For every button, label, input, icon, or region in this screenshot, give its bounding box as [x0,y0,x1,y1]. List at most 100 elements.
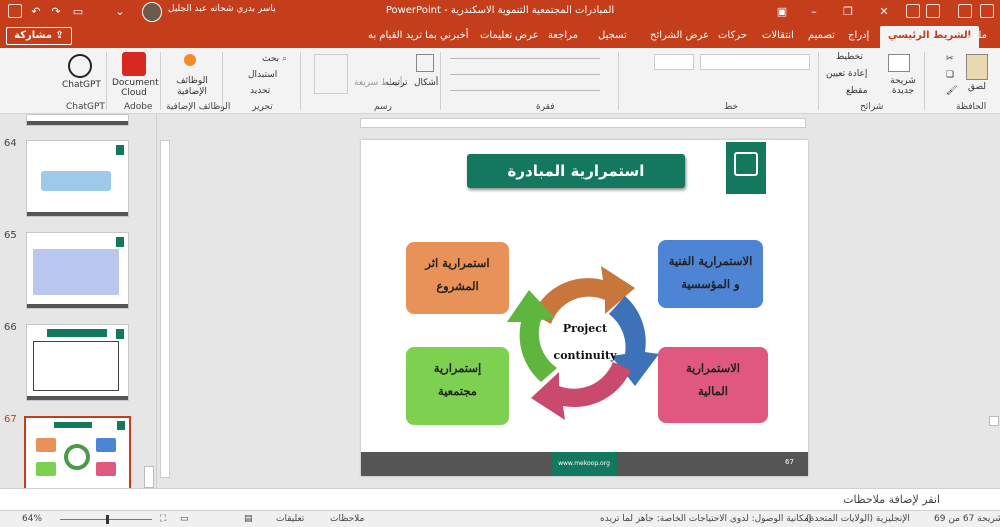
notes-pane[interactable]: انقر لإضافة ملاحظات [0,488,1000,510]
font-name-input[interactable] [700,54,810,70]
slide-thumbnails-pane: 64 65 66 67 [0,114,157,497]
tab-review[interactable]: مراجعة [548,30,578,41]
close-icon[interactable]: ✕ [876,4,892,20]
paste-icon [966,54,988,80]
ribbon-display-icon[interactable]: ▣ [774,4,790,20]
status-bar: 64% ⛶ ▭ ▤ تعليقات ملاحظات إمكانية الوصول… [0,510,1000,527]
new-slide-button[interactable]: شريحة جديدة [888,76,918,96]
box-financial[interactable]: الاستمرارية المالية [658,347,768,423]
tab-animations[interactable]: حركات [718,30,747,41]
paragraph-group-label: فقرة [536,102,555,112]
qat-icon-1[interactable] [906,4,920,18]
notes-button[interactable]: ملاحظات [330,514,364,524]
tab-insert[interactable]: إدراج [848,30,869,41]
select-button[interactable]: تحديد [250,86,270,96]
paragraph-controls[interactable] [450,54,610,94]
group-separator [106,52,107,110]
cut-icon[interactable]: ✂ [946,54,954,64]
box-line: الاستمرارية [686,361,740,375]
find-button[interactable]: بحث [262,54,279,64]
adobe-group-label: Adobe [124,102,153,112]
font-group-label: خط [724,102,739,112]
drawing-group-label: رسم [374,102,392,112]
chatgpt-group-label: ChatGPT [66,102,105,112]
canvas-scrollbar[interactable] [988,118,1000,493]
layout-button[interactable]: تخطيط [836,52,863,62]
tab-transitions[interactable]: انتقالات [762,30,794,41]
center-line: Project [562,322,608,335]
paste-button[interactable]: لصق [968,82,986,92]
tell-me-input[interactable]: أخبرني بما تريد القيام به [368,30,469,41]
slide-counter: شريحة 67 من 69 [934,514,1000,524]
font-formatting-buttons[interactable] [630,76,810,90]
vertical-ruler [160,140,170,478]
shapes-icon [416,54,434,72]
slide-title[interactable]: استمرارية المبادرة [467,154,685,188]
tab-record[interactable]: تسجيل [598,30,627,41]
ribbon-tabs: مشاركة ⇪ أخبرني بما تريد القيام به تعليم… [0,24,1000,48]
reset-button[interactable]: إعادة تعيين [826,69,867,79]
chatgpt-button[interactable]: ChatGPT [62,80,101,90]
thumbnail-number: 66 [4,322,17,333]
restore-icon[interactable]: ❐ [840,4,856,20]
tab-help[interactable]: تعليمات [480,30,512,41]
ribbon: ChatGPT ChatGPT Document Cloud Adobe الو… [0,48,1000,114]
tab-slideshow[interactable]: عرض الشرائح [650,30,709,41]
slide-thumbnail-63[interactable] [26,114,129,126]
qat-icon-2[interactable] [926,4,940,18]
normal-view-icon[interactable]: ▤ [244,514,253,524]
box-line: المالية [698,384,728,398]
slideshow-view-icon[interactable]: ▭ [180,514,189,524]
qat-icon-3[interactable] [958,4,972,18]
organization-logo [726,142,766,194]
slide-thumbnail-64[interactable] [26,140,129,217]
addins-group-label: الوظائف الإضافية [166,102,231,112]
share-button[interactable]: مشاركة ⇪ [6,27,72,45]
powerpoint-window: ↶ ↷ ▭ ⌄ ياسر بدري شحاته عبد الجليل المبا… [0,0,1000,527]
title-bar: ↶ ↷ ▭ ⌄ ياسر بدري شحاته عبد الجليل المبا… [0,0,1000,24]
adobe-pdf-icon [122,52,146,76]
slide-thumbnail-66[interactable] [26,324,129,401]
slide-thumbnail-65[interactable] [26,232,129,309]
section-button[interactable]: مقطع [846,86,868,96]
slide-67[interactable]: استمرارية المبادرة استمرارية اثر المشروع… [361,140,808,476]
document-cloud-button[interactable]: Document Cloud [112,78,159,98]
fit-slide-icon[interactable]: ⛶ [160,514,166,524]
search-icon: ⌕ [282,54,288,64]
box-line: الاستمرارية الفنية [668,254,753,268]
comments-button[interactable]: تعليقات [276,514,304,524]
tab-file[interactable]: ملف [968,30,987,41]
arrange-button[interactable]: ترتيب [386,78,408,88]
shapes-button[interactable]: أشكال [414,78,438,88]
thumbnails-scrollbar[interactable] [144,118,154,491]
horizontal-ruler [360,118,806,128]
group-separator [160,52,161,110]
copy-icon[interactable]: ❏ [946,70,954,80]
language-status[interactable]: الإنجليزية (الولايات المتحدة) [806,514,910,524]
tab-view[interactable]: عرض [515,30,539,41]
addins-button[interactable]: الوظائف الإضافية [170,76,214,98]
new-slide-icon [888,54,910,72]
center-line: continuity [553,349,617,362]
minimize-icon[interactable]: – [806,4,822,20]
group-separator [924,52,925,110]
notes-placeholder: انقر لإضافة ملاحظات [843,493,940,506]
accessibility-status[interactable]: إمكانية الوصول: لدوي الاحتياجات الخاصة: … [600,514,811,524]
slide-thumbnail-67[interactable] [24,416,131,497]
editing-group-label: تحرير [252,102,273,112]
group-separator [300,52,301,110]
qat-icon-4[interactable] [980,4,994,18]
share-label: مشاركة [14,30,52,41]
tab-design[interactable]: تصميم [808,30,835,41]
replace-button[interactable]: استبدال [248,70,277,80]
box-technical-institutional[interactable]: الاستمرارية الفنية و المؤسسية [658,240,763,308]
shape-fill-icon[interactable] [314,54,348,94]
zoom-level[interactable]: 64% [22,514,42,524]
font-size-input[interactable] [654,54,694,70]
group-separator [618,52,619,110]
tab-home[interactable]: الشريط الرئيسي [880,26,980,48]
zoom-slider-thumb[interactable] [106,515,109,524]
format-painter-icon[interactable]: 🖌 [946,86,957,96]
group-separator [818,52,819,110]
slides-group-label: شرائح [860,102,884,112]
